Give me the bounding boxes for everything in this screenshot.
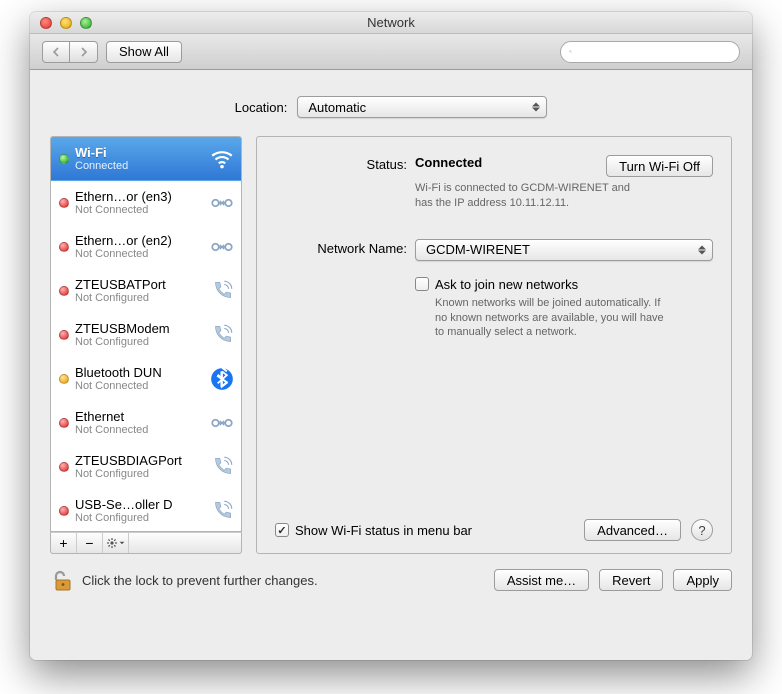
show-status-label: Show Wi-Fi status in menu bar [295, 523, 472, 538]
network-name-popup[interactable]: GCDM-WIRENET [415, 239, 713, 261]
service-item[interactable]: ZTEUSBDIAGPortNot Configured [51, 445, 241, 489]
service-item[interactable]: USB-Se…oller DNot Configured [51, 489, 241, 532]
service-item[interactable]: EthernetNot Connected [51, 401, 241, 445]
service-name: ZTEUSBDIAGPort [75, 453, 203, 468]
phone-icon [209, 498, 235, 524]
ethernet-icon [209, 234, 235, 260]
status-label: Status: [275, 155, 415, 211]
service-status: Not Configured [75, 336, 203, 348]
service-item[interactable]: ZTEUSBModemNot Configured [51, 313, 241, 357]
service-list[interactable]: Wi-FiConnectedEthern…or (en3)Not Connect… [50, 136, 242, 532]
service-status: Connected [75, 160, 203, 172]
ethernet-icon [209, 190, 235, 216]
status-dot-icon [59, 462, 69, 472]
location-value: Automatic [308, 100, 366, 115]
gear-icon [106, 537, 118, 549]
status-dot-icon [59, 506, 69, 516]
service-item[interactable]: Ethern…or (en2)Not Connected [51, 225, 241, 269]
service-item[interactable]: Wi-FiConnected [51, 137, 241, 181]
ask-to-join-checkbox[interactable]: Ask to join new networks [415, 277, 713, 292]
network-name-value: GCDM-WIRENET [426, 242, 530, 257]
forward-button[interactable] [70, 41, 98, 63]
location-popup[interactable]: Automatic [297, 96, 547, 118]
service-status: Not Connected [75, 248, 203, 260]
titlebar: Network [30, 12, 752, 34]
service-name: ZTEUSBATPort [75, 277, 203, 292]
add-service-button[interactable]: + [51, 533, 77, 553]
ask-to-join-label: Ask to join new networks [435, 277, 578, 292]
service-detail: Status: Connected Turn Wi-Fi Off Wi-Fi i… [256, 136, 732, 554]
content: Location: Automatic Wi-FiConnectedEthern… [30, 70, 752, 606]
service-name: ZTEUSBModem [75, 321, 203, 336]
status-value: Connected [415, 155, 482, 170]
status-subtext: Wi-Fi is connected to GCDM-WIRENET and h… [415, 181, 645, 211]
status-dot-icon [59, 242, 69, 252]
status-dot-icon [59, 330, 69, 340]
ethernet-icon [209, 410, 235, 436]
network-prefs-window: Network Show All Location: Automatic [30, 12, 752, 660]
status-dot-icon [59, 418, 69, 428]
chevron-down-icon [119, 540, 125, 546]
unlocked-lock-icon[interactable] [50, 568, 74, 592]
remove-service-button[interactable]: − [77, 533, 103, 553]
search-input[interactable] [576, 45, 731, 59]
help-button[interactable]: ? [691, 519, 713, 541]
phone-icon [209, 278, 235, 304]
service-status: Not Connected [75, 424, 203, 436]
wifi-toggle-button[interactable]: Turn Wi-Fi Off [606, 155, 713, 177]
service-item[interactable]: ZTEUSBATPortNot Configured [51, 269, 241, 313]
location-row: Location: Automatic [50, 96, 732, 118]
ask-to-join-subtext: Known networks will be joined automatica… [435, 296, 665, 341]
location-label: Location: [235, 100, 288, 115]
service-status: Not Configured [75, 468, 203, 480]
service-name: Ethernet [75, 409, 203, 424]
service-status: Not Configured [75, 292, 203, 304]
status-dot-icon [59, 374, 69, 384]
service-name: Ethern…or (en3) [75, 189, 203, 204]
service-item[interactable]: Bluetooth DUNNot Connected [51, 357, 241, 401]
service-item[interactable]: Ethern…or (en3)Not Connected [51, 181, 241, 225]
status-dot-icon [59, 198, 69, 208]
bluetooth-icon [209, 366, 235, 392]
lock-text: Click the lock to prevent further change… [82, 573, 318, 588]
service-name: Bluetooth DUN [75, 365, 203, 380]
service-status: Not Configured [75, 512, 203, 524]
service-status: Not Connected [75, 204, 203, 216]
revert-button[interactable]: Revert [599, 569, 663, 591]
search-field[interactable] [560, 41, 740, 63]
window-title: Network [30, 15, 752, 30]
show-all-button[interactable]: Show All [106, 41, 182, 63]
footer: Click the lock to prevent further change… [50, 568, 732, 592]
status-dot-icon [59, 286, 69, 296]
show-status-checkbox[interactable]: Show Wi-Fi status in menu bar [275, 523, 472, 538]
assist-me-button[interactable]: Assist me… [494, 569, 589, 591]
back-button[interactable] [42, 41, 70, 63]
service-list-buttons: + − [50, 532, 242, 554]
service-action-button[interactable] [103, 533, 129, 553]
service-name: Wi-Fi [75, 145, 203, 160]
status-dot-icon [59, 154, 69, 164]
advanced-button[interactable]: Advanced… [584, 519, 681, 541]
chevron-left-icon [51, 47, 61, 57]
toolbar: Show All [30, 34, 752, 70]
service-name: Ethern…or (en2) [75, 233, 203, 248]
checkbox-icon [415, 277, 429, 291]
checkbox-checked-icon [275, 523, 289, 537]
apply-button[interactable]: Apply [673, 569, 732, 591]
network-name-label: Network Name: [275, 239, 415, 261]
service-name: USB-Se…oller D [75, 497, 203, 512]
phone-icon [209, 454, 235, 480]
service-status: Not Connected [75, 380, 203, 392]
search-icon [569, 45, 572, 58]
phone-icon [209, 322, 235, 348]
service-sidebar: Wi-FiConnectedEthern…or (en3)Not Connect… [50, 136, 242, 554]
chevron-right-icon [79, 47, 89, 57]
nav-segment [42, 41, 98, 63]
wifi-icon [209, 146, 235, 172]
